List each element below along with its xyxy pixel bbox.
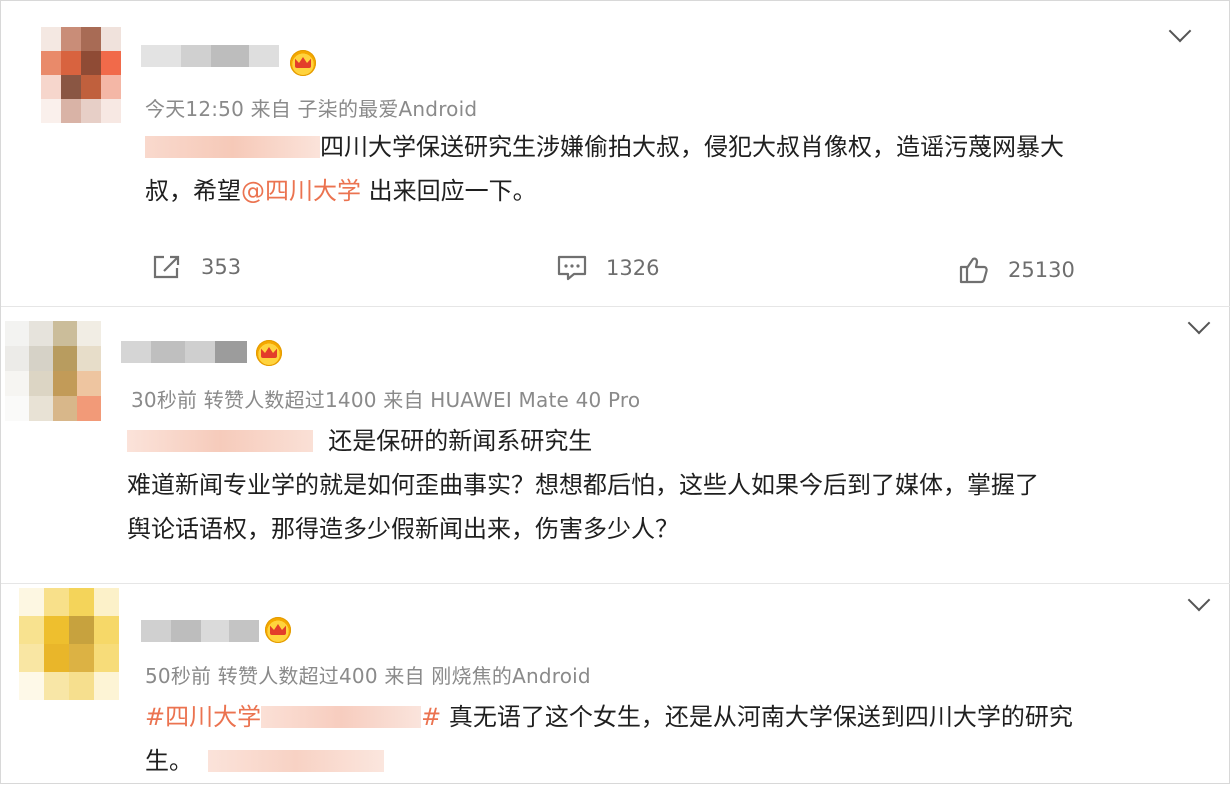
chevron-down-icon[interactable] xyxy=(1187,311,1211,335)
comment-meta: 30秒前 转赞人数超过1400 来自 HUAWEI Mate 40 Pro xyxy=(131,388,641,412)
comment-icon xyxy=(557,255,587,281)
comment-text: #四川大学 # 真无语了这个女生，还是从河南大学保送到四川大学的研究 生。 xyxy=(145,703,1073,775)
mention-link[interactable]: @四川大学 xyxy=(241,177,361,205)
crown-badge-icon xyxy=(290,50,316,76)
thumbs-up-icon xyxy=(959,257,988,284)
share-icon xyxy=(153,255,180,279)
chevron-down-icon[interactable] xyxy=(1187,588,1211,612)
comment-meta: 今天12:50 来自 子柒的最爱Android xyxy=(145,97,478,121)
comment-text: 四川大学保送研究生涉嫌偷拍大叔，侵犯大叔肖像权，造谣污蔑网暴大 叔，希望@四川大… xyxy=(145,133,1064,205)
username-redacted[interactable] xyxy=(121,341,247,363)
crown-badge-icon xyxy=(256,340,282,366)
username-redacted xyxy=(127,430,313,452)
hashtag-link[interactable]: #四川大学 # xyxy=(145,703,441,731)
like-button[interactable]: 25130 xyxy=(958,255,1075,285)
avatar[interactable] xyxy=(19,588,119,700)
share-count: 353 xyxy=(201,255,242,279)
comment-item: 30秒前 转赞人数超过1400 来自 HUAWEI Mate 40 Pro 还是… xyxy=(1,306,1230,584)
crown-badge-icon xyxy=(265,617,291,643)
comment-count: 1326 xyxy=(606,256,660,280)
username-redacted xyxy=(208,750,385,772)
comment-meta: 50秒前 转赞人数超过400 来自 刚烧焦的Android xyxy=(145,664,591,688)
comment-feed: 今天12:50 来自 子柒的最爱Android 四川大学保送研究生涉嫌偷拍大叔，… xyxy=(0,0,1230,784)
avatar[interactable] xyxy=(41,27,121,123)
comment-button[interactable]: 1326 xyxy=(556,253,659,283)
chevron-down-icon[interactable] xyxy=(1168,19,1192,43)
like-count: 25130 xyxy=(1008,258,1075,282)
share-button[interactable]: 353 xyxy=(151,253,241,281)
username-redacted[interactable] xyxy=(141,45,279,67)
avatar[interactable] xyxy=(5,321,101,421)
comment-text: 还是保研的新闻系研究生 难道新闻专业学的就是如何歪曲事实？想想都后怕，这些人如果… xyxy=(127,427,1039,543)
comment-item: 今天12:50 来自 子柒的最爱Android 四川大学保送研究生涉嫌偷拍大叔，… xyxy=(1,1,1230,306)
username-redacted xyxy=(145,136,320,158)
comment-item: 50秒前 转赞人数超过400 来自 刚烧焦的Android #四川大学 # 真无语… xyxy=(1,583,1230,786)
username-redacted[interactable] xyxy=(141,620,259,642)
